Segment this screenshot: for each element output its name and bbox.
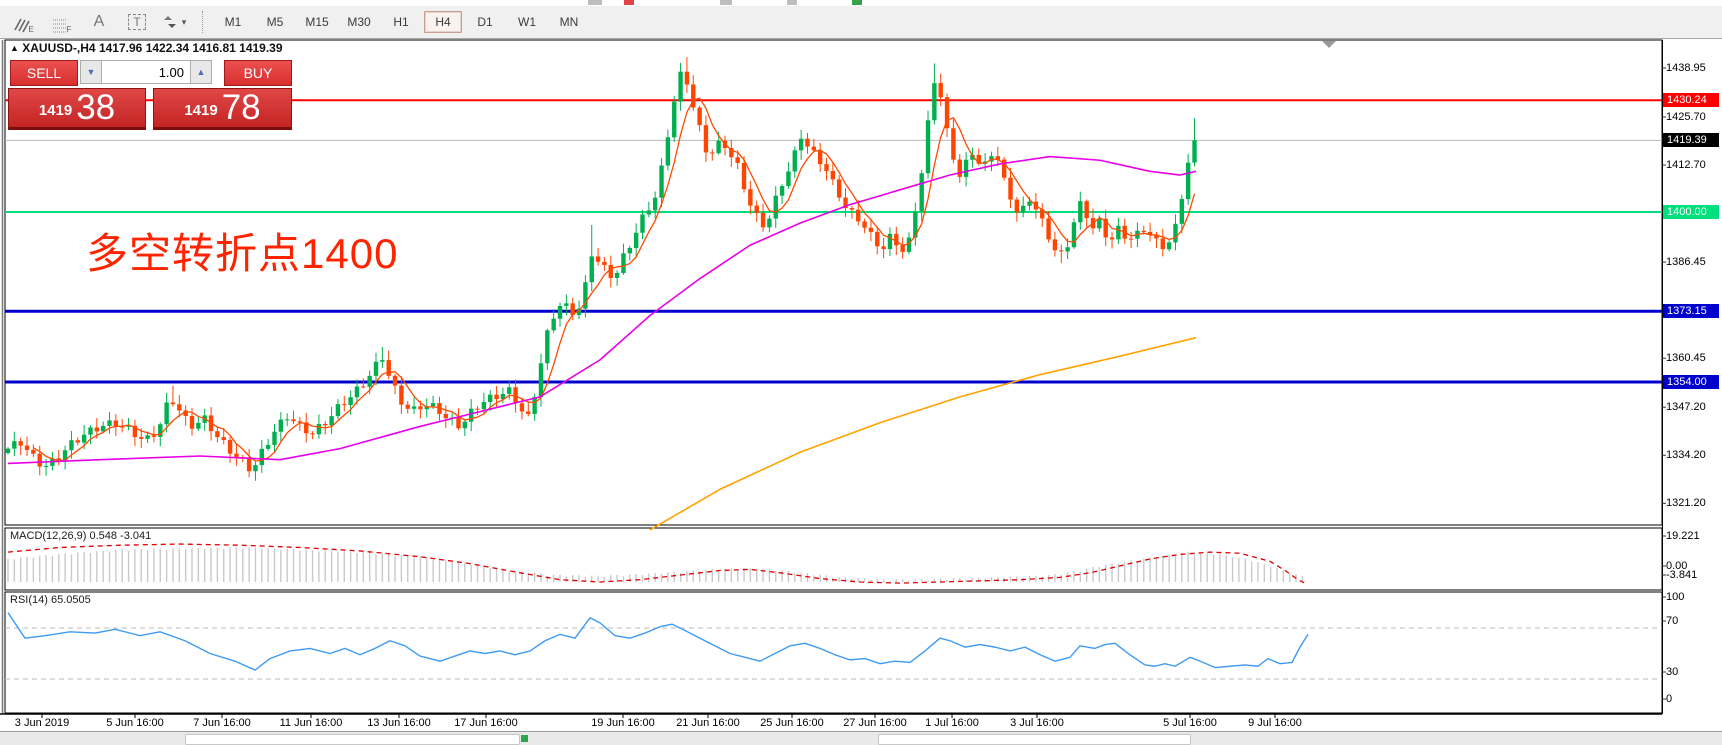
price-tick-label: 70 — [1666, 614, 1678, 628]
price-tick-label: 1360.45 — [1666, 351, 1706, 365]
price-tick-label: 1334.20 — [1666, 448, 1706, 462]
timeframe-button-m15[interactable]: M15 — [298, 11, 336, 33]
time-tick-label: 17 Jun 16:00 — [454, 717, 518, 729]
time-tick-label: 27 Jun 16:00 — [843, 717, 907, 729]
buy-price-big: 78 — [222, 90, 261, 126]
time-tick-label: 9 Jul 16:00 — [1248, 717, 1302, 729]
buy-price-box[interactable]: 1419 78 — [153, 88, 292, 130]
toolbar: E F A T ▾ M1M5M15M30H1H4D1W1MN — [0, 6, 1722, 39]
level-price-label: 1430.24 — [1663, 93, 1719, 107]
dropdown-caret-icon: ▾ — [182, 17, 187, 28]
window-fragment — [185, 734, 520, 745]
one-click-trading-widget: SELL ▼ ▲ BUY 1419 38 1419 78 — [8, 60, 292, 132]
price-tick-label: 1321.20 — [1666, 496, 1706, 510]
volume-increase-button[interactable]: ▲ — [190, 60, 212, 84]
time-tick-label: 11 Jun 16:00 — [280, 717, 343, 729]
volume-input[interactable] — [102, 60, 190, 84]
icon-sub-label: E — [28, 25, 33, 34]
ohlc-info-line: ▲ XAUUSD-,H4 1417.96 1422.34 1416.81 141… — [10, 41, 283, 55]
price-tick-label: 30 — [1666, 665, 1678, 679]
rsi-indicator-label: RSI(14) 65.0505 — [10, 594, 91, 606]
time-tick-label: 25 Jun 16:00 — [760, 717, 824, 729]
high-value: 1422.34 — [146, 41, 189, 55]
sell-button[interactable]: SELL — [10, 60, 78, 86]
timeframe-button-m1[interactable]: M1 — [214, 11, 252, 33]
timeframe-button-m30[interactable]: M30 — [340, 11, 378, 33]
time-tick-label: 3 Jul 16:00 — [1010, 717, 1064, 729]
price-tick-label: 1412.70 — [1666, 158, 1706, 172]
window-fragment — [878, 734, 1191, 745]
time-tick-label: 5 Jun 16:00 — [106, 717, 164, 729]
letter-a-icon[interactable]: A — [84, 10, 114, 34]
window-fragment — [624, 0, 634, 5]
close-value: 1419.39 — [239, 41, 282, 55]
time-tick-label: 5 Jul 16:00 — [1163, 717, 1217, 729]
price-tick-label: -3.841 — [1666, 568, 1697, 582]
time-tick-label: 7 Jun 16:00 — [193, 717, 251, 729]
level-price-label: 1354.00 — [1663, 375, 1719, 389]
price-tick-label: 100 — [1666, 590, 1684, 604]
level-price-label: 1400.00 — [1663, 205, 1719, 219]
price-tick-label: 1438.95 — [1666, 61, 1706, 75]
timeframe-button-d1[interactable]: D1 — [466, 11, 504, 33]
timeframe-buttons: M1M5M15M30H1H4D1W1MN — [212, 11, 590, 33]
grid-f-icon[interactable]: F — [46, 10, 76, 34]
macd-indicator-label: MACD(12,26,9) 0.548 -3.041 — [10, 530, 151, 542]
time-tick-label: 19 Jun 16:00 — [591, 717, 655, 729]
price-tick-label: 0 — [1666, 692, 1672, 706]
timeframe-button-h1[interactable]: H1 — [382, 11, 420, 33]
hatch-e-icon[interactable]: E — [8, 10, 38, 34]
current-price-label: 1419.39 — [1663, 133, 1719, 147]
text-box-t-icon[interactable]: T — [122, 10, 152, 34]
open-value: 1417.96 — [99, 41, 142, 55]
collapse-triangle-icon[interactable]: ▲ — [10, 43, 19, 53]
chart-annotation-text: 多空转折点1400 — [86, 220, 398, 281]
price-tick-label: 1347.20 — [1666, 400, 1706, 414]
timeframe-button-w1[interactable]: W1 — [508, 11, 546, 33]
price-tick-label: 19.221 — [1666, 529, 1700, 543]
window-fragment — [852, 0, 862, 5]
time-tick-label: 1 Jul 16:00 — [925, 717, 979, 729]
arrows-icon[interactable]: ▾ — [160, 10, 190, 34]
timeframe-button-h4[interactable]: H4 — [424, 11, 462, 33]
timeframe-button-mn[interactable]: MN — [550, 11, 588, 33]
sell-price-box[interactable]: 1419 38 — [8, 88, 146, 130]
bottom-window-strip — [0, 731, 1722, 745]
buy-price-small: 1419 — [184, 96, 217, 126]
volume-decrease-button[interactable]: ▼ — [80, 60, 102, 84]
low-value: 1416.81 — [192, 41, 235, 55]
window-fragment — [588, 0, 602, 5]
time-tick-label: 21 Jun 16:00 — [676, 717, 740, 729]
icon-sub-label: F — [67, 25, 72, 34]
time-tick-label: 3 Jun 2019 — [15, 717, 69, 729]
time-tick-label: 13 Jun 16:00 — [367, 717, 431, 729]
volume-stepper: ▼ ▲ — [80, 60, 212, 84]
text-box-t-glyph: T — [128, 14, 145, 30]
price-tick-label: 1425.70 — [1666, 110, 1706, 124]
timeframe-button-m5[interactable]: M5 — [256, 11, 294, 33]
level-price-label: 1373.15 — [1663, 304, 1719, 318]
price-tick-label: 1386.45 — [1666, 255, 1706, 269]
toolbar-separator — [202, 11, 204, 33]
sell-price-small: 1419 — [39, 96, 72, 126]
window-fragment — [720, 0, 732, 5]
window-fragment — [521, 735, 528, 742]
sell-price-big: 38 — [76, 90, 115, 126]
window-fragment — [787, 0, 797, 5]
symbol-period-label: XAUUSD-,H4 — [22, 41, 95, 55]
buy-button[interactable]: BUY — [224, 60, 292, 86]
